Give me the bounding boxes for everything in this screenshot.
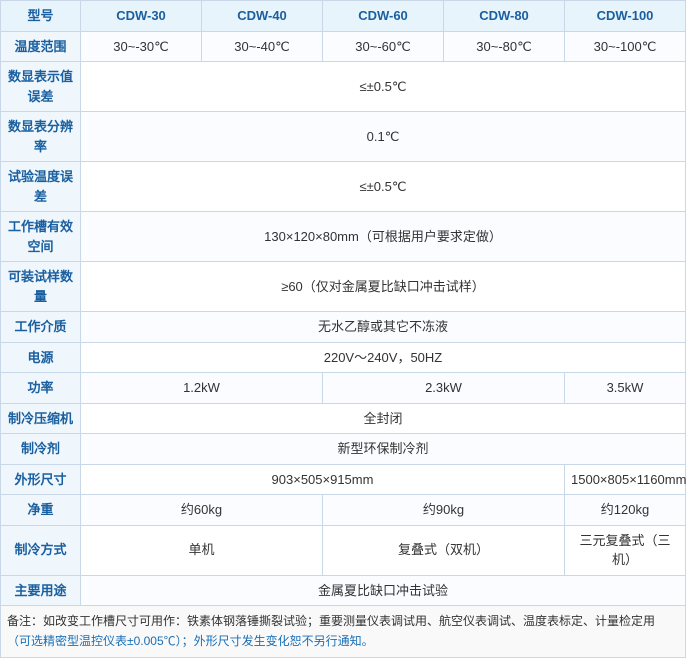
header-cell-cdw60: CDW-60 [323,1,444,32]
data-cell-span: ≤±0.5℃ [81,162,686,212]
table-row: 制冷压缩机全封闭 [1,403,686,434]
row-label: 工作槽有效空间 [1,212,81,262]
table-row: 净重约60kg约90kg约120kg [1,495,686,526]
data-cell-span: 0.1℃ [81,112,686,162]
data-cell: 约60kg [81,495,323,526]
note-line1: 备注：如改变工作槽尺寸可用作：铁素体钢落锤撕裂试验；重要测量仪表调试用、航空仪表… [7,611,679,631]
table-header-row: 型号 CDW-30 CDW-40 CDW-60 CDW-80 CDW-100 [1,1,686,32]
table-row: 温度范围30~-30℃30~-40℃30~-60℃30~-80℃30~-100℃ [1,31,686,62]
data-cell: 约120kg [565,495,686,526]
row-label: 外形尺寸 [1,464,81,495]
data-cell-span: 新型环保制冷剂 [81,434,686,465]
data-cell: 三元复叠式（三机） [565,525,686,575]
row-label: 数显表分辨率 [1,112,81,162]
row-label: 工作介质 [1,312,81,343]
note-cell: 备注：如改变工作槽尺寸可用作：铁素体钢落锤撕裂试验；重要测量仪表调试用、航空仪表… [1,606,686,658]
table-row: 制冷剂新型环保制冷剂 [1,434,686,465]
table-row: 工作介质无水乙醇或其它不冻液 [1,312,686,343]
table-row: 试验温度误差≤±0.5℃ [1,162,686,212]
spec-table-wrapper: 型号 CDW-30 CDW-40 CDW-60 CDW-80 CDW-100 温… [0,0,686,658]
table-row: 工作槽有效空间130×120×80mm（可根据用户要求定做） [1,212,686,262]
table-row: 可装试样数量≥60（仅对金属夏比缺口冲击试样） [1,262,686,312]
table-row: 主要用途金属夏比缺口冲击试验 [1,575,686,606]
data-cell: 3.5kW [565,373,686,404]
row-label: 数显表示值误差 [1,62,81,112]
data-cell: 903×505×915mm [81,464,565,495]
header-cell-cdw100: CDW-100 [565,1,686,32]
header-cell-cdw40: CDW-40 [202,1,323,32]
data-cell: 30~-40℃ [202,31,323,62]
data-cell: 1500×805×1160mm [565,464,686,495]
data-cell: 单机 [81,525,323,575]
note-line2: （可选精密型温控仪表±0.005℃）；外形尺寸发生变化恕不另行通知。 [7,631,679,651]
row-label: 电源 [1,342,81,373]
data-cell-span: 220V～240V，50HZ [81,342,686,373]
note-row: 备注：如改变工作槽尺寸可用作：铁素体钢落锤撕裂试验；重要测量仪表调试用、航空仪表… [1,606,686,658]
row-label: 制冷方式 [1,525,81,575]
table-row: 数显表分辨率0.1℃ [1,112,686,162]
row-label: 制冷剂 [1,434,81,465]
data-cell-span: 全封闭 [81,403,686,434]
table-row: 制冷方式单机复叠式（双机）三元复叠式（三机） [1,525,686,575]
data-cell: 复叠式（双机） [323,525,565,575]
header-cell-cdw30: CDW-30 [81,1,202,32]
data-cell-span: ≤±0.5℃ [81,62,686,112]
table-row: 电源220V～240V，50HZ [1,342,686,373]
table-row: 数显表示值误差≤±0.5℃ [1,62,686,112]
row-label: 制冷压缩机 [1,403,81,434]
data-cell: 约90kg [323,495,565,526]
row-label: 功率 [1,373,81,404]
row-label: 主要用途 [1,575,81,606]
header-cell-label: 型号 [1,1,81,32]
header-cell-cdw80: CDW-80 [444,1,565,32]
spec-table: 型号 CDW-30 CDW-40 CDW-60 CDW-80 CDW-100 温… [0,0,686,658]
data-cell-span: 无水乙醇或其它不冻液 [81,312,686,343]
table-row: 功率1.2kW2.3kW3.5kW [1,373,686,404]
data-cell-span: ≥60（仅对金属夏比缺口冲击试样） [81,262,686,312]
table-row: 外形尺寸903×505×915mm1500×805×1160mm [1,464,686,495]
row-label: 试验温度误差 [1,162,81,212]
row-label: 可装试样数量 [1,262,81,312]
data-cell: 30~-80℃ [444,31,565,62]
data-cell: 30~-100℃ [565,31,686,62]
data-cell: 30~-60℃ [323,31,444,62]
data-cell-span: 金属夏比缺口冲击试验 [81,575,686,606]
data-cell-span: 130×120×80mm（可根据用户要求定做） [81,212,686,262]
row-label: 净重 [1,495,81,526]
row-label: 温度范围 [1,31,81,62]
data-cell: 2.3kW [323,373,565,404]
data-cell: 1.2kW [81,373,323,404]
data-cell: 30~-30℃ [81,31,202,62]
